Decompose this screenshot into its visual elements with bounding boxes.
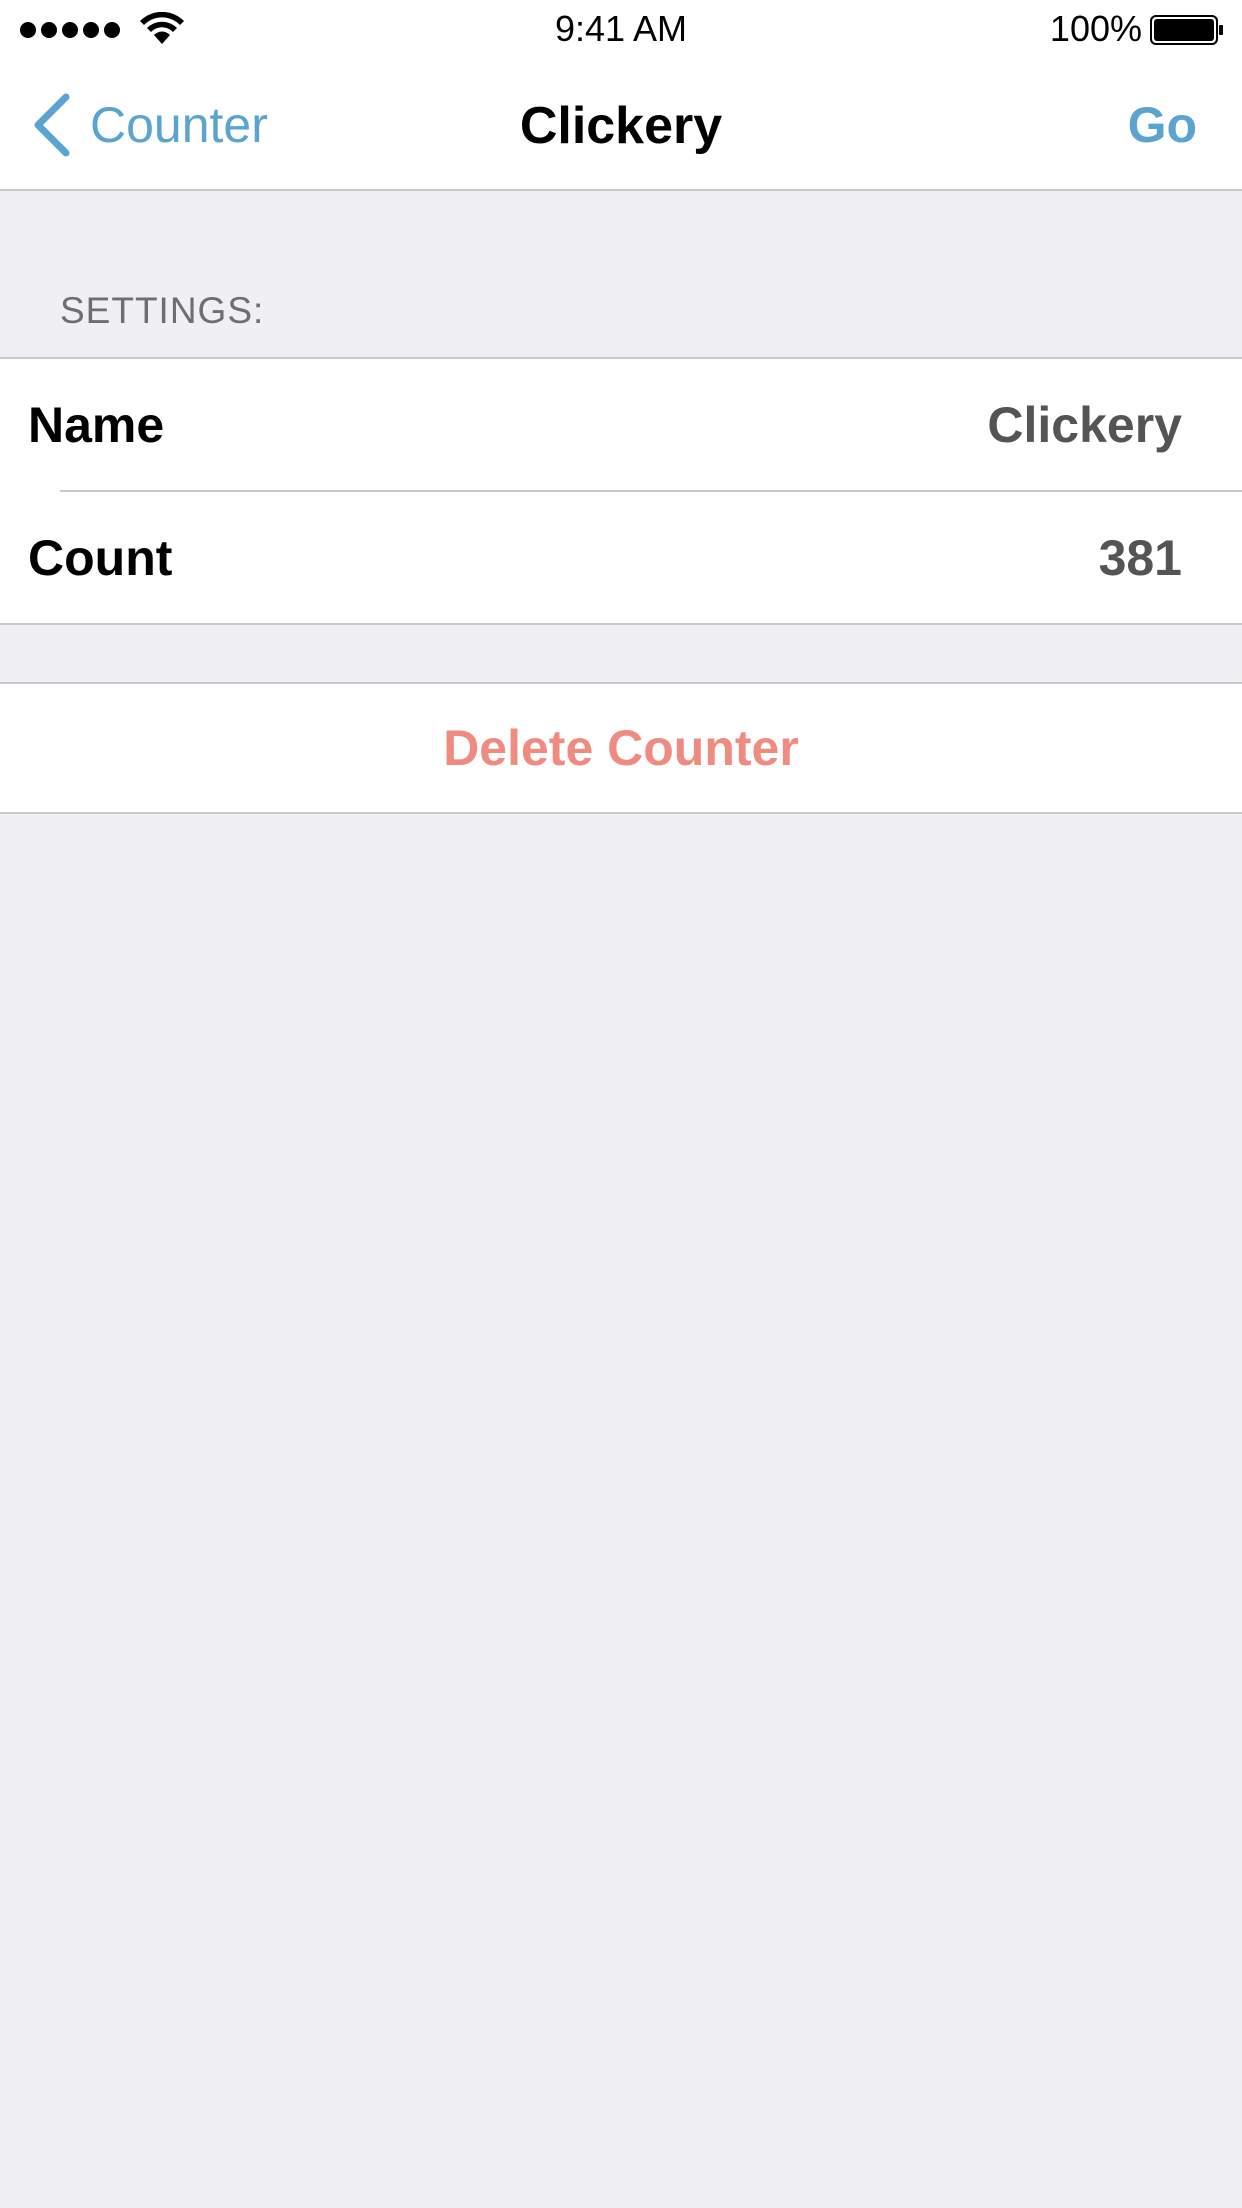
settings-section-header: SETTINGS: [60,290,265,331]
settings-table: Name Clickery Count 381 [0,357,1242,625]
battery-percentage: 100% [1049,8,1142,49]
battery-full-icon [1150,15,1223,45]
count-row[interactable]: Count 381 [0,492,1242,623]
navigation-bar: Counter Clickery Go [0,60,1242,191]
delete-counter-button[interactable]: Delete Counter [0,682,1242,814]
name-row-label: Name [28,396,165,453]
delete-counter-label: Delete Counter [443,720,799,776]
count-row-label: Count [28,529,173,586]
name-row-value[interactable]: Clickery [987,396,1182,454]
status-bar: 9:41 AM 100% [0,0,1242,60]
page-title: Clickery [519,97,723,155]
count-row-value[interactable]: 381 [1099,529,1182,587]
name-row[interactable]: Name Clickery [0,359,1242,490]
go-button[interactable]: Go [1128,96,1197,154]
